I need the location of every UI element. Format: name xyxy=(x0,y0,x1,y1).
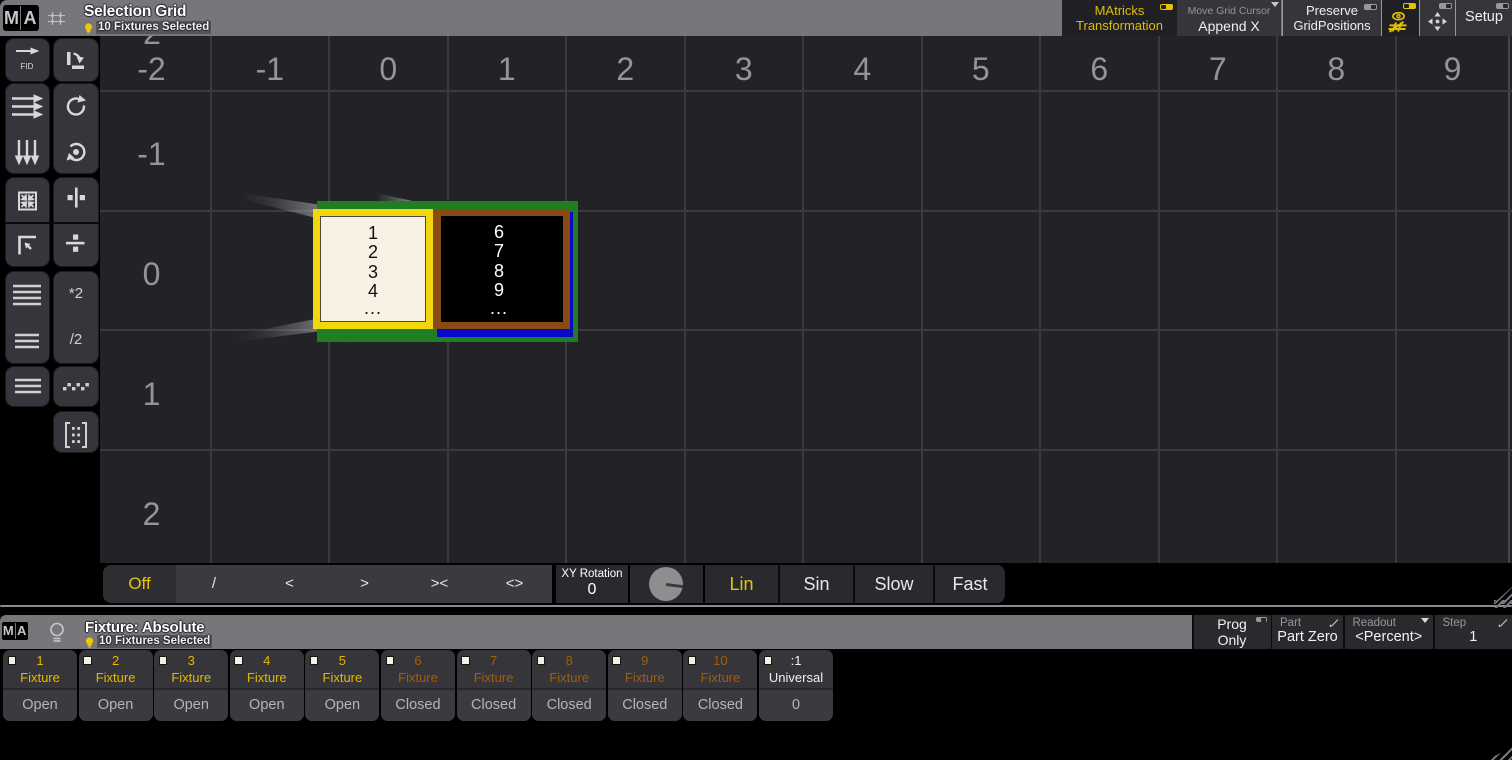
svg-text:FID: FID xyxy=(21,62,34,71)
